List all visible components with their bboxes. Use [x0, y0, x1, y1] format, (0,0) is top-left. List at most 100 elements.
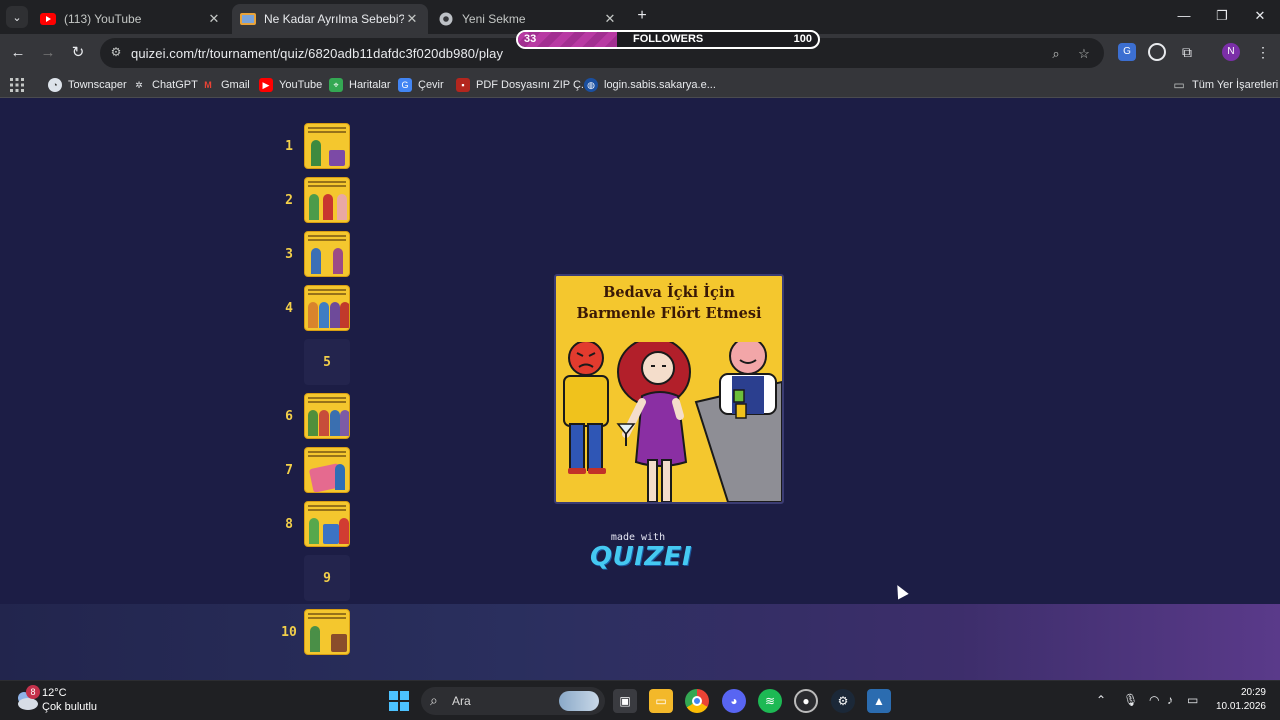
- empty-rank-slot[interactable]: 5: [304, 339, 350, 385]
- profile-avatar[interactable]: N: [1222, 43, 1240, 61]
- minimize-icon[interactable]: —: [1174, 8, 1194, 23]
- media-extension-icon[interactable]: [1148, 43, 1166, 61]
- followers-label: FOLLOWERS: [633, 33, 704, 45]
- close-tab-icon[interactable]: ✕: [206, 11, 222, 27]
- tab-search-chevron-icon[interactable]: ⌄: [6, 6, 28, 28]
- weather-temperature: 12°C: [42, 687, 67, 699]
- battery-icon[interactable]: ▭: [1187, 693, 1198, 707]
- translate-extension-icon[interactable]: G: [1118, 43, 1136, 61]
- discord-icon[interactable]: ◕: [722, 689, 746, 713]
- thumbnail-caption: [308, 397, 346, 405]
- bookmark-label: Çevir: [418, 79, 444, 91]
- close-tab-icon[interactable]: ✕: [602, 11, 618, 27]
- rank-thumbnail[interactable]: [304, 393, 350, 439]
- bookmark-chatgpt[interactable]: ✲ ChatGPT: [132, 77, 198, 93]
- thumbnail-figure: [309, 194, 319, 220]
- bookmark-pdf-zip[interactable]: ▪ PDF Dosyasını ZIP Ç...: [456, 77, 590, 93]
- thumbnail-figure: [309, 518, 319, 544]
- thumbnail-caption: [308, 505, 346, 513]
- thumbnail-figure: [308, 302, 318, 328]
- thumbnail-caption: [308, 451, 346, 459]
- thumbnail-figure: [308, 410, 318, 436]
- mouse-cursor-icon: [892, 582, 909, 600]
- bookmark-sabis[interactable]: ◍ login.sabis.sakarya.e...: [584, 77, 716, 93]
- current-quiz-card[interactable]: Bedava İçki İçin Barmenle Flört Etmesi: [554, 274, 784, 504]
- bookmark-townscaper[interactable]: ◔ Townscaper: [48, 77, 127, 93]
- rank-thumbnail[interactable]: [304, 231, 350, 277]
- rank-thumbnail[interactable]: [304, 177, 350, 223]
- microphone-icon[interactable]: 🎙︎: [1123, 693, 1138, 707]
- wifi-icon[interactable]: ◠: [1149, 693, 1159, 707]
- search-placeholder: Ara: [452, 694, 471, 708]
- zoom-search-icon[interactable]: ⌕: [1047, 45, 1065, 63]
- new-tab-plus-icon[interactable]: +: [632, 6, 652, 26]
- taskbar-search-box[interactable]: ⌕ Ara: [421, 687, 605, 715]
- rank-thumbnail[interactable]: [304, 501, 350, 547]
- app-mountain-icon[interactable]: ▲: [867, 689, 891, 713]
- followers-current: 33: [524, 33, 537, 45]
- bookmark-label: ChatGPT: [152, 79, 198, 91]
- gmail-icon: M: [204, 80, 212, 90]
- task-view-icon[interactable]: ▣: [613, 689, 637, 713]
- thumbnail-figure: [329, 150, 345, 166]
- card-illustration: [563, 342, 782, 502]
- rank-thumbnail[interactable]: [304, 123, 350, 169]
- bookmark-haritalar[interactable]: ⌖ Haritalar: [329, 77, 391, 93]
- windows-start-icon[interactable]: [387, 689, 411, 713]
- bookmark-label: login.sabis.sakarya.e...: [604, 79, 716, 91]
- bookmark-star-icon[interactable]: ☆: [1075, 45, 1093, 63]
- bookmarks-bar: ◔ Townscaper ✲ ChatGPT M Gmail ▶ YouTube…: [0, 72, 1280, 98]
- tab-youtube[interactable]: (113) YouTube ✕: [32, 4, 230, 34]
- translate-icon: G: [398, 78, 412, 92]
- close-tab-icon[interactable]: ✕: [404, 11, 420, 27]
- card-title-line: Bedava İçki İçin: [603, 284, 735, 301]
- back-arrow-icon[interactable]: ←: [7, 42, 29, 64]
- thumbnail-figure: [330, 302, 340, 328]
- all-bookmarks-label: Tüm Yer İşaretleri: [1192, 79, 1279, 91]
- clock-date[interactable]: 10.01.2026: [1206, 701, 1266, 712]
- thumbnail-figure: [330, 410, 340, 436]
- quizei-logo[interactable]: QUIZEI: [590, 542, 692, 572]
- rank-thumbnail[interactable]: [304, 447, 350, 493]
- menu-kebab-icon[interactable]: ⋮: [1254, 43, 1272, 61]
- bookmark-label: Gmail: [221, 79, 250, 91]
- clock-time[interactable]: 20:29: [1216, 687, 1266, 698]
- thumbnail-figure: [323, 194, 333, 220]
- forward-arrow-icon[interactable]: →: [37, 42, 59, 64]
- chrome-taskbar-icon[interactable]: [685, 689, 709, 713]
- rank-thumbnail[interactable]: [304, 285, 350, 331]
- thumbnail-figure: [331, 634, 347, 652]
- close-window-icon[interactable]: ✕: [1250, 8, 1270, 24]
- steam-icon[interactable]: ⚙: [831, 689, 855, 713]
- extensions-puzzle-icon[interactable]: ⧉: [1178, 43, 1196, 61]
- volume-icon[interactable]: ♪: [1167, 693, 1173, 707]
- thumbnail-caption: [308, 289, 346, 297]
- restore-icon[interactable]: ❐: [1212, 8, 1232, 24]
- rank-number: 10: [281, 625, 297, 640]
- url-text[interactable]: quizei.com/tr/tournament/quiz/6820adb11d…: [131, 46, 503, 61]
- empty-rank-slot[interactable]: 9: [304, 555, 350, 601]
- rank-number: 8: [285, 517, 293, 532]
- apps-grid-icon[interactable]: [10, 77, 24, 93]
- weather-widget[interactable]: 8: [14, 685, 40, 713]
- reload-icon[interactable]: ↻: [67, 42, 89, 64]
- maps-icon: ⌖: [329, 78, 343, 92]
- bookmark-youtube[interactable]: ▶ YouTube: [259, 77, 322, 93]
- bookmark-gmail[interactable]: M Gmail: [201, 77, 250, 93]
- file-explorer-icon[interactable]: ▭: [649, 689, 673, 713]
- tray-chevron-up-icon[interactable]: ⌃: [1096, 693, 1106, 707]
- tab-quizei[interactable]: Ne Kadar Ayrılma Sebebi?? #1 - ✕: [232, 4, 428, 34]
- rank-number: 3: [285, 247, 293, 262]
- thumbnail-figure: [335, 464, 345, 490]
- tab-title: Yeni Sekme: [462, 12, 526, 26]
- thumbnail-caption: [308, 235, 346, 243]
- site-info-icon[interactable]: ⚙: [108, 45, 124, 61]
- all-bookmarks-folder[interactable]: ▭ Tüm Yer İşaretleri: [1172, 77, 1278, 93]
- thumbnail-figure: [339, 518, 349, 544]
- spotify-icon[interactable]: ≋: [758, 689, 782, 713]
- thumbnail-figure: [319, 410, 329, 436]
- thumbnail-figure: [311, 140, 321, 166]
- rank-thumbnail[interactable]: [304, 609, 350, 655]
- bookmark-cevir[interactable]: G Çevir: [398, 77, 444, 93]
- obs-icon[interactable]: ●: [794, 689, 818, 713]
